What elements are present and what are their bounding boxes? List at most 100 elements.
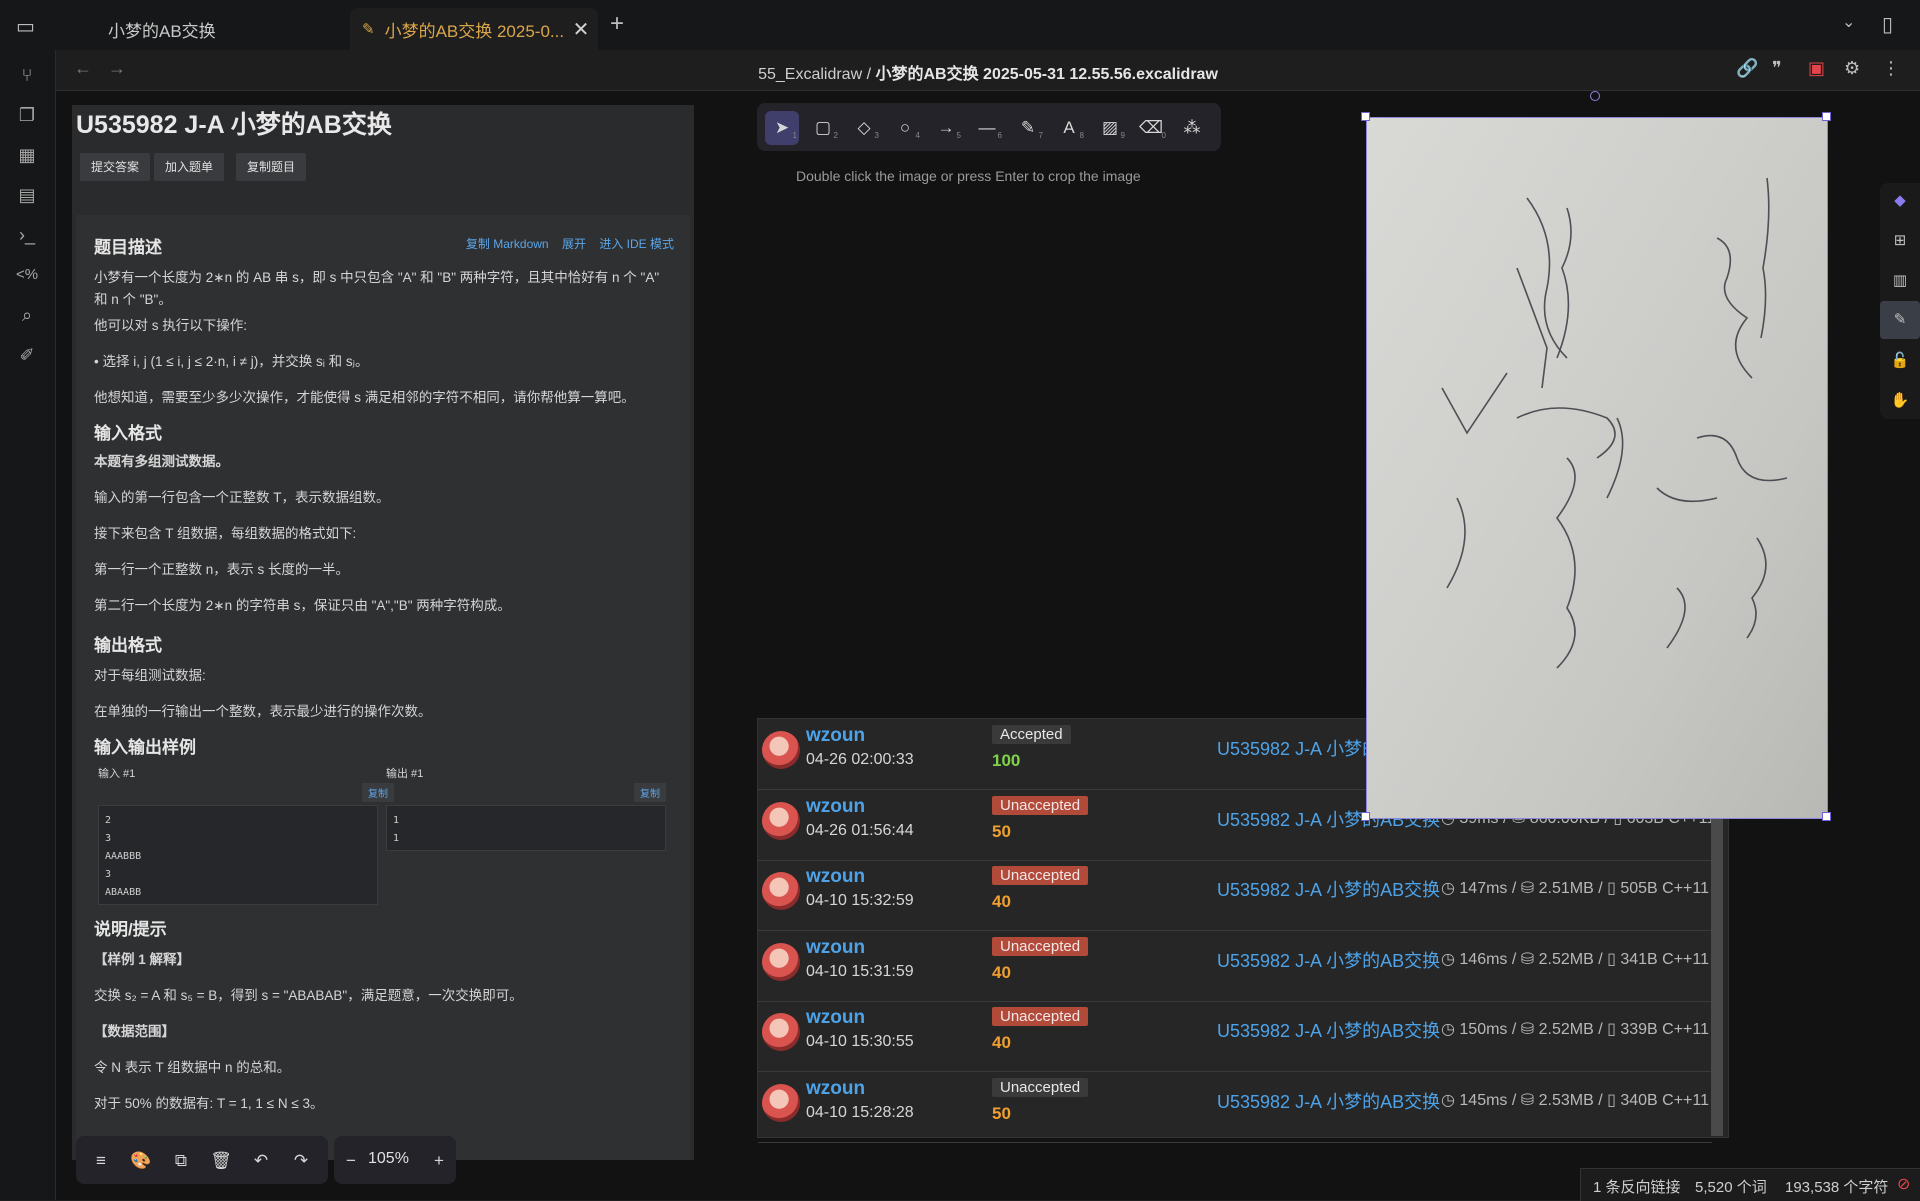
tab-problem[interactable]: 小梦的AB交换 <box>70 8 340 50</box>
status-badge[interactable]: Unaccepted <box>992 866 1089 885</box>
menu-icon[interactable]: ≡ <box>88 1148 114 1174</box>
status-badge[interactable]: Unaccepted <box>992 936 1089 956</box>
shapes-tool[interactable]: ⁂ <box>1175 111 1209 145</box>
submission-row[interactable]: wzoun 04-10 15:28:28 Unaccepted 50 U535982 J… <box>758 1072 1712 1143</box>
right-sidebar-toggle-icon[interactable]: ▯ <box>1882 12 1893 37</box>
problem-link[interactable]: U535982 J-A 小梦的AB交换 <box>1217 947 1440 973</box>
calendar-icon[interactable]: ▤ <box>14 182 40 208</box>
submission-row[interactable]: wzoun 04-10 15:32:59 Unaccepted 40 U535982 J… <box>758 860 1712 931</box>
link-icon[interactable]: 🔗 <box>1736 58 1758 79</box>
text-tool[interactable]: A8 <box>1052 111 1086 145</box>
submit-button[interactable]: 提交答案 <box>80 153 151 181</box>
username[interactable]: wzoun <box>806 1007 865 1029</box>
sync-icon[interactable]: ⊘ <box>1897 1174 1910 1194</box>
username[interactable]: wzoun <box>806 796 865 818</box>
terminal-icon[interactable]: ›_ <box>14 222 40 248</box>
sample-output-box: 1 1 <box>386 805 666 851</box>
resize-handle[interactable] <box>1822 812 1831 821</box>
files-icon[interactable]: ❐ <box>14 102 40 128</box>
chevron-down-icon[interactable]: ⌄ <box>1842 12 1855 32</box>
status-badge[interactable]: Unaccepted <box>992 795 1089 815</box>
username[interactable]: wzoun <box>806 725 865 747</box>
resize-handle[interactable] <box>1361 112 1370 121</box>
avatar[interactable] <box>762 1083 800 1122</box>
template-icon[interactable]: <% <box>14 262 40 288</box>
arrow-tool[interactable]: → 5 <box>929 111 963 145</box>
resize-handle[interactable] <box>1822 112 1831 121</box>
pointer-tool[interactable]: ➤ 1 <box>765 111 799 145</box>
duplicate-icon[interactable]: ⧉ <box>168 1148 194 1174</box>
avatar[interactable] <box>762 942 800 981</box>
rectangle-tool[interactable]: ▢ 2 <box>806 111 840 145</box>
eraser-tool[interactable]: ⌫ 0 <box>1134 111 1168 145</box>
save-icon[interactable]: ▣ <box>1808 58 1825 79</box>
library-icon[interactable]: ▥ <box>1888 269 1912 293</box>
problem-link[interactable]: U535982 J-A 小梦的AB交换 <box>1217 876 1440 902</box>
username[interactable]: wzoun <box>806 937 865 959</box>
status-badge[interactable]: Accepted <box>992 725 1071 744</box>
palette-icon[interactable]: 🎨 <box>128 1148 154 1174</box>
avatar[interactable] <box>762 872 800 910</box>
username[interactable]: wzoun <box>806 866 865 888</box>
score: 40 <box>992 962 1011 982</box>
eraser-icon: ⌫ <box>1138 118 1164 137</box>
more-options-icon[interactable]: ⋮ <box>1882 58 1900 79</box>
status-badge[interactable]: Unaccepted <box>992 1007 1089 1026</box>
rotate-handle[interactable] <box>1590 91 1600 101</box>
hand-icon[interactable]: ✋ <box>1888 389 1912 413</box>
add-list-button[interactable]: 加入题单 <box>154 153 225 181</box>
ellipse-tool[interactable]: ○ 4 <box>888 111 922 145</box>
excalidraw-logo-icon[interactable]: ◆ <box>1888 189 1912 213</box>
zoom-in-icon[interactable]: + <box>426 1148 452 1174</box>
pen-mode-icon[interactable]: ✎ <box>1880 301 1920 339</box>
settings-icon[interactable]: ⚙ <box>1844 58 1860 79</box>
delete-icon[interactable]: 🗑 <box>208 1148 234 1174</box>
avatar[interactable] <box>762 1013 800 1051</box>
tool-shortcut: 3 <box>874 131 879 140</box>
image-tool[interactable]: ▨ 9 <box>1093 111 1127 145</box>
undo-icon[interactable]: ↶ <box>248 1148 274 1174</box>
sidebar-toggle-icon[interactable]: ▭ <box>16 14 35 39</box>
resize-handle[interactable] <box>1361 812 1370 821</box>
line-tool[interactable]: —6 <box>970 111 1004 145</box>
copy-output-button[interactable]: 复制 <box>634 783 666 802</box>
tool-shortcut: 7 <box>1038 131 1043 140</box>
lock-icon[interactable]: 🔓 <box>1888 349 1912 373</box>
problem-screenshot[interactable]: U535982 J-A 小梦的AB交换 提交答案 加入题单 复制题目 题目描述 … <box>72 105 694 1160</box>
avatar[interactable] <box>762 731 800 769</box>
new-tab-icon[interactable]: + <box>610 10 624 38</box>
zoom-out-icon[interactable]: − <box>338 1148 364 1174</box>
problem-link[interactable]: U535982 J-A 小梦的AB交换 <box>1217 1017 1440 1043</box>
graph-icon[interactable]: ⑂ <box>14 62 40 88</box>
close-icon[interactable]: ✕ <box>573 17 590 42</box>
copy-input-button[interactable]: 复制 <box>362 783 394 802</box>
breadcrumb-folder[interactable]: 55_Excalidraw <box>758 66 862 83</box>
username[interactable]: wzoun <box>806 1078 865 1100</box>
problem-link[interactable]: U535982 J-A 小梦的 <box>1217 735 1380 761</box>
excalidraw-icon[interactable]: ✐ <box>14 342 40 368</box>
submission-row[interactable]: wzoun 04-10 15:30:55 Unaccepted 40 U535982 J… <box>758 1001 1712 1072</box>
pencil-tool[interactable]: ✎ 7 <box>1011 111 1045 145</box>
copy-markdown-link[interactable]: 复制 Markdown <box>466 237 549 251</box>
submission-row[interactable]: wzoun 04-10 15:31:59 Unaccepted 40 U535982 J… <box>758 931 1712 1002</box>
dashboard-icon[interactable]: ▦ <box>14 142 40 168</box>
backlinks-count[interactable]: 1 条反向链接 <box>1593 1176 1681 1197</box>
handwritten-notes-image[interactable] <box>1366 117 1828 819</box>
avatar[interactable] <box>762 801 800 840</box>
markdown-view-icon[interactable]: ❞ <box>1772 58 1782 79</box>
copy-problem-button[interactable]: 复制题目 <box>236 153 307 181</box>
ide-mode-link[interactable]: 进入 IDE 模式 <box>599 237 674 251</box>
status-bar: 1 条反向链接 5,520 个词 193,538 个字符 ⊘ <box>1580 1168 1920 1201</box>
breadcrumb-file[interactable]: 小梦的AB交换 2025-05-31 12.55.56.excalidraw <box>876 66 1218 83</box>
expand-link[interactable]: 展开 <box>562 237 586 251</box>
insert-file-icon[interactable]: ⊞ <box>1888 229 1912 253</box>
breadcrumb: 55_Excalidraw / 小梦的AB交换 2025-05-31 12.55… <box>56 60 1920 84</box>
char-count: 193,538 个字符 <box>1785 1179 1889 1196</box>
zoom-level[interactable]: 105% <box>368 1150 409 1168</box>
problem-link[interactable]: U535982 J-A 小梦的AB交换 <box>1217 1088 1440 1114</box>
tab-excalidraw[interactable]: ✎ 小梦的AB交换 2025-0... ✕ <box>350 8 598 50</box>
status-badge[interactable]: Unaccepted <box>992 1077 1089 1097</box>
search-icon[interactable]: ⌕ <box>14 302 40 328</box>
redo-icon[interactable]: ↷ <box>288 1148 314 1174</box>
diamond-tool[interactable]: ◇ 3 <box>847 111 881 145</box>
